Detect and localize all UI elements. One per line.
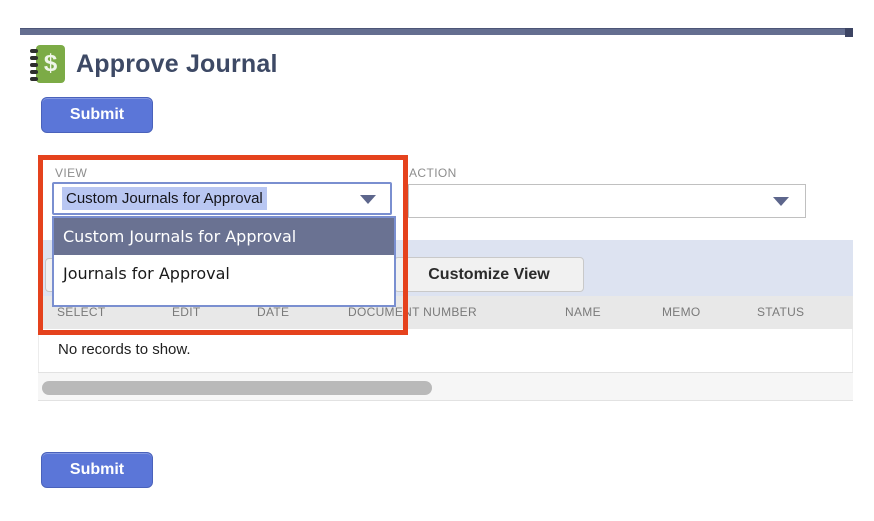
submit-button-bottom[interactable]: Submit xyxy=(41,452,153,488)
page-header: $ Approve Journal xyxy=(30,44,278,84)
top-divider-bar-endcap xyxy=(845,28,853,37)
column-header-select: SELECT xyxy=(57,305,106,319)
page-title: Approve Journal xyxy=(76,49,278,78)
view-select[interactable]: Custom Journals for Approval xyxy=(52,182,392,215)
dollar-glyph: $ xyxy=(43,50,58,77)
empty-state-message: No records to show. xyxy=(58,341,191,358)
view-dropdown-menu: Custom Journals for Approval Journals fo… xyxy=(52,216,396,307)
customize-view-button[interactable]: Customize View xyxy=(394,257,584,292)
action-field-label: ACTION xyxy=(409,166,457,180)
chevron-down-icon xyxy=(360,195,376,204)
dropdown-option-journals[interactable]: Journals for Approval xyxy=(54,255,394,292)
column-header-document-number: DOCUMENT NUMBER xyxy=(348,305,477,319)
column-header-date: DATE xyxy=(257,305,290,319)
top-divider-bar xyxy=(20,28,853,37)
horizontal-scrollbar-track[interactable] xyxy=(38,372,853,401)
journal-spiral-binding xyxy=(30,49,38,81)
column-header-status: STATUS xyxy=(757,305,805,319)
approve-journal-page: $ Approve Journal Submit VIEW Custom Jou… xyxy=(0,0,874,521)
horizontal-scrollbar-thumb[interactable] xyxy=(42,381,432,395)
column-header-name: NAME xyxy=(565,305,601,319)
action-select[interactable] xyxy=(408,184,806,218)
view-field-label: VIEW xyxy=(55,166,88,180)
column-header-memo: MEMO xyxy=(662,305,701,319)
column-header-edit: EDIT xyxy=(172,305,201,319)
view-select-value: Custom Journals for Approval xyxy=(62,187,267,210)
table-empty-state: No records to show. xyxy=(38,329,853,372)
chevron-down-icon xyxy=(773,197,789,206)
journal-dollar-icon: $ xyxy=(30,45,66,83)
submit-button-top[interactable]: Submit xyxy=(41,97,153,133)
dropdown-option-custom-journals[interactable]: Custom Journals for Approval xyxy=(54,218,394,255)
